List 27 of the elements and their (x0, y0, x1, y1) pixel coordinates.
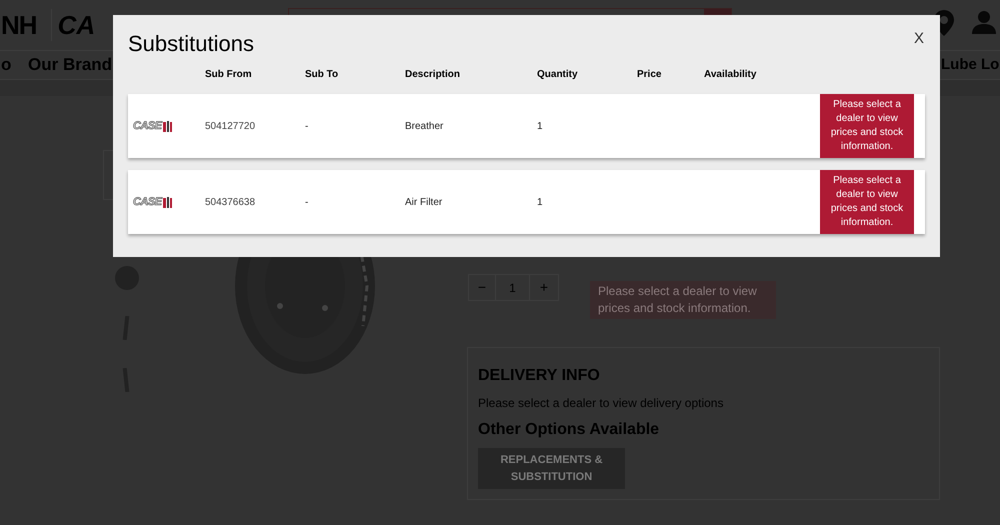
table-cell-text: 1 (537, 120, 544, 134)
table-cell-text: Air Filter (405, 196, 444, 210)
decrement-button[interactable]: − (469, 275, 496, 300)
table-cell-text: 1 (537, 196, 544, 210)
column-header: Price (637, 68, 662, 82)
column-header: Sub From (205, 68, 253, 82)
table-cell-text: - (305, 120, 310, 134)
column-header: Availability (704, 68, 758, 82)
brand-logo-text: CASE (133, 196, 162, 208)
brand-mark-icon (162, 196, 172, 208)
table-cell-text: Breather (405, 120, 444, 134)
brand-logo-text: CASE (133, 120, 162, 132)
column-header: Quantity (537, 68, 579, 82)
table-cell-text: 504376638 (205, 196, 256, 210)
table-cell-text: - (305, 196, 310, 210)
price-notice: Please select a dealer to view prices and stock information. (590, 281, 776, 319)
brand-mark-icon (162, 120, 172, 132)
price-notice: Please select a dealer to view prices and stock information. (820, 170, 914, 234)
column-header: Description (405, 68, 462, 82)
increment-button[interactable]: + (530, 275, 558, 300)
price-notice: Please select a dealer to view prices and stock information. (820, 94, 914, 158)
user-icon[interactable] (972, 10, 996, 34)
column-header: Sub To (305, 68, 340, 82)
dialog-title: Substitutions (128, 30, 254, 58)
replacements-button[interactable]: REPLACEMENTS & SUBSTITUTION (478, 448, 625, 489)
table-cell-text: 504127720 (205, 120, 256, 134)
close-button[interactable]: X (914, 28, 924, 50)
